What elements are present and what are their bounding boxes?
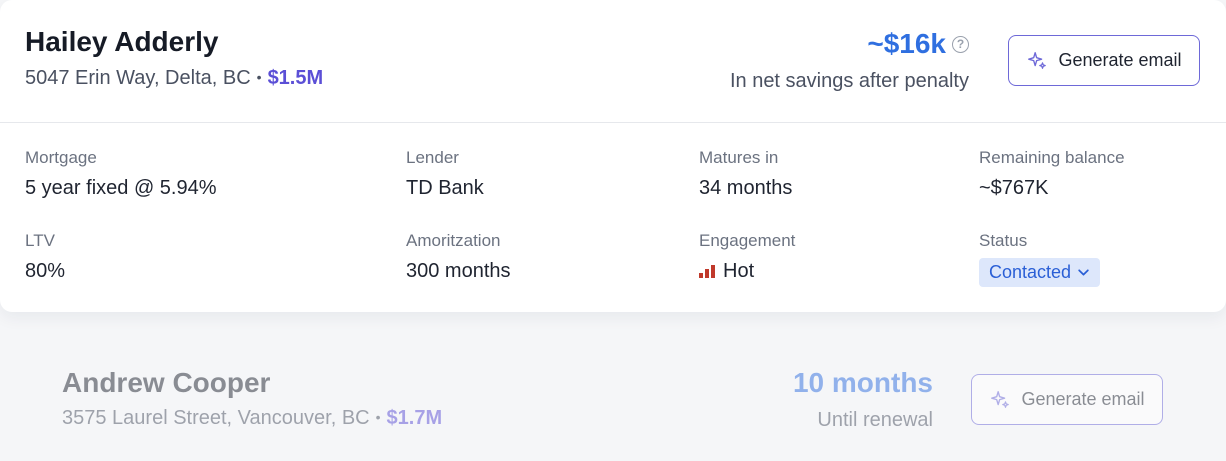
field-value: 80% [25, 260, 66, 282]
field-mortgage: Mortgage 5 year fixed @ 5.94% [25, 148, 217, 200]
field-label: LTV [25, 231, 55, 250]
field-value: 5 year fixed @ 5.94% [25, 177, 217, 199]
field-label: Status [979, 231, 1028, 250]
field-value: 300 months [406, 260, 511, 282]
help-circle-icon[interactable]: ? [952, 35, 969, 53]
lead-name: Andrew Cooper [62, 367, 271, 398]
lead-address-line: 3575 Laurel Street, Vancouver, BC • $1.7M [62, 407, 442, 430]
lead-address: 3575 Laurel Street, Vancouver, BC [62, 407, 370, 429]
field-value: 34 months [699, 177, 793, 199]
field-value: Hot [723, 260, 755, 282]
field-value: TD Bank [406, 177, 484, 199]
field-label: Engagement [699, 231, 796, 250]
renewal-summary: 10 months Until renewal [793, 367, 933, 432]
renewal-amount: 10 months [792, 367, 933, 398]
lead-card-andrew[interactable]: Andrew Cooper 3575 Laurel Street, Vancou… [0, 340, 1226, 461]
sparkle-icon [991, 390, 1010, 408]
savings-label: In net savings after penalty [729, 70, 969, 92]
property-price: $1.5M [267, 67, 324, 89]
signal-bars-icon [699, 265, 715, 278]
separator-dot: • [375, 409, 381, 425]
field-ltv: LTV 80% [25, 231, 65, 283]
generate-email-button[interactable]: Generate email [971, 374, 1163, 425]
chevron-down-icon [1078, 269, 1089, 276]
lead-card-header: Hailey Adderly 5047 Erin Way, Delta, BC •… [0, 0, 1226, 123]
field-lender: Lender TD Bank [406, 148, 484, 200]
field-remaining-balance: Remaining balance ~$767K [979, 148, 1125, 200]
savings-summary: ~$16k ? In net savings after penalty [730, 28, 969, 93]
status-value: Contacted [989, 262, 1072, 282]
field-label: Amoritzation [406, 231, 501, 250]
generate-email-button[interactable]: Generate email [1008, 35, 1200, 86]
generate-email-label: Generate email [1058, 50, 1182, 70]
savings-amount: ~$16k [867, 28, 946, 59]
property-price: $1.7M [386, 407, 443, 429]
status-value-wrap: Contacted [979, 258, 1101, 287]
renewal-label: Until renewal [817, 409, 933, 431]
generate-email-label: Generate email [1021, 389, 1145, 409]
engagement-value: Hot [699, 260, 795, 283]
lead-address: 5047 Erin Way, Delta, BC [25, 67, 251, 89]
field-matures: Matures in 34 months [699, 148, 792, 200]
lead-address-line: 5047 Erin Way, Delta, BC • $1.5M [25, 67, 323, 90]
field-value: ~$767K [979, 177, 1049, 199]
field-label: Matures in [699, 148, 779, 167]
separator-dot: • [256, 69, 262, 85]
field-label: Remaining balance [979, 148, 1125, 167]
field-label: Mortgage [25, 148, 97, 167]
field-amortization: Amoritzation 300 months [406, 231, 511, 283]
savings-amount-row: ~$16k ? [867, 28, 969, 60]
lead-card-hailey[interactable]: Hailey Adderly 5047 Erin Way, Delta, BC •… [0, 0, 1226, 312]
status-dropdown[interactable]: Contacted [979, 258, 1101, 287]
field-label: Lender [406, 148, 459, 167]
sparkle-icon [1028, 51, 1047, 69]
field-engagement: Engagement Hot [699, 231, 795, 283]
lead-name: Hailey Adderly [25, 26, 219, 57]
field-status: Status Contacted [979, 231, 1101, 287]
